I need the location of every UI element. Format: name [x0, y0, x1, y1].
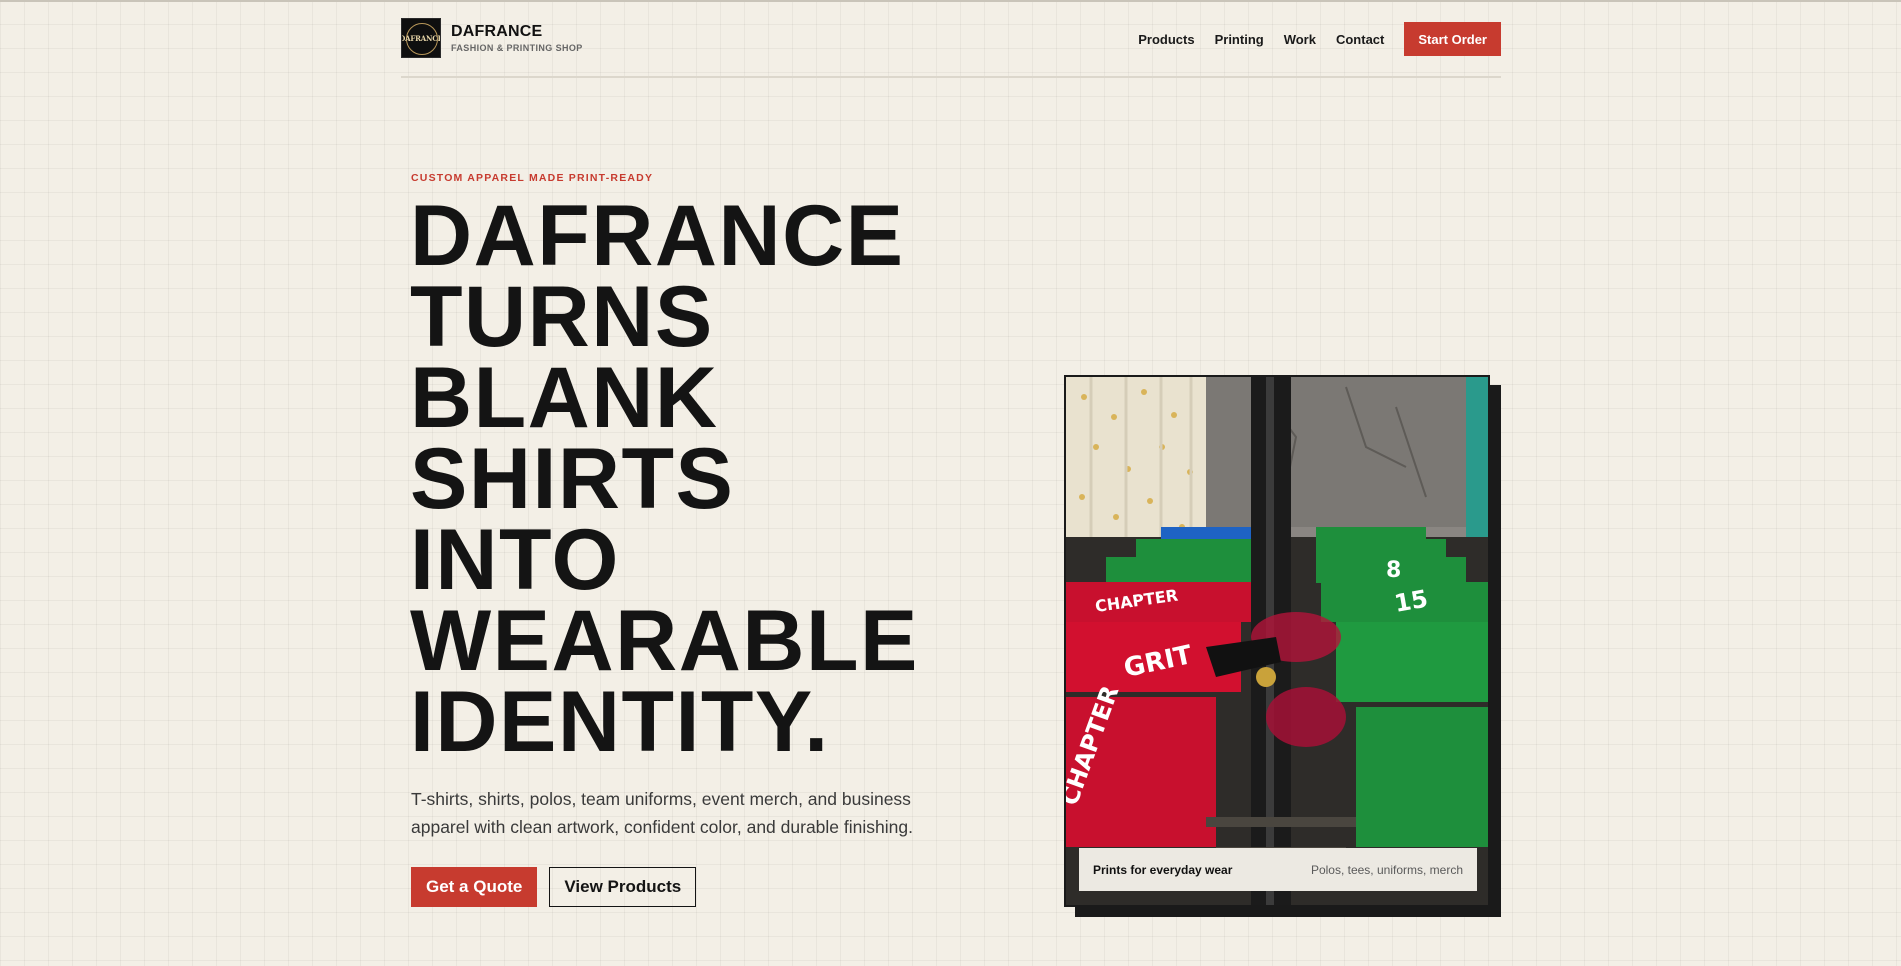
headline-line: WEARABLE [410, 593, 919, 689]
headline-line: DAFRANCE [410, 188, 905, 284]
hero-photo: CHAPTER GRIT CHAPTER 8 15 Prints for eve… [1064, 375, 1490, 907]
brand-name: DAFRANCE [451, 23, 543, 40]
headline-line: SHIRTS [410, 431, 735, 527]
brand-text: DAFRANCE FASHION & PRINTING SHOP [451, 23, 583, 53]
shirt-print-text: 8 [1386, 558, 1401, 583]
get-quote-button[interactable]: Get a Quote [411, 867, 538, 907]
hero-headline: DAFRANCE TURNS BLANK SHIRTS INTO WEARABL… [410, 188, 1010, 770]
start-order-button[interactable]: Start Order [1404, 22, 1501, 56]
headline-line: BLANK [410, 350, 719, 446]
headline-line: IDENTITY. [410, 674, 830, 770]
brand-logo: DAFRANCE [401, 18, 441, 58]
logo-text: DAFRANCE [401, 33, 441, 43]
hero-eyebrow: CUSTOM APPAREL MADE PRINT-READY [411, 172, 654, 184]
caption-title: Prints for everyday wear [1093, 862, 1233, 877]
photo-caption: Prints for everyday wear Polos, tees, un… [1079, 848, 1477, 891]
nav-products[interactable]: Products [1138, 32, 1194, 47]
brand[interactable]: DAFRANCE DAFRANCE FASHION & PRINTING SHO… [401, 18, 583, 58]
hero-cta-group: Get a Quote View Products [411, 867, 697, 907]
brand-tagline: FASHION & PRINTING SHOP [451, 43, 583, 53]
caption-subtitle: Polos, tees, uniforms, merch [1310, 862, 1463, 877]
hero-description: T-shirts, shirts, polos, team uniforms, … [411, 789, 913, 837]
headline-line: INTO [410, 512, 620, 608]
nav-work[interactable]: Work [1284, 32, 1316, 47]
main-nav: Products Printing Work Contact Start Ord… [1138, 22, 1501, 56]
nav-contact[interactable]: Contact [1336, 32, 1384, 47]
view-products-button[interactable]: View Products [549, 867, 697, 907]
print-shop-photo: CHAPTER GRIT CHAPTER 8 15 [1066, 377, 1488, 905]
nav-printing[interactable]: Printing [1215, 32, 1264, 47]
site-header: DAFRANCE DAFRANCE FASHION & PRINTING SHO… [401, 18, 1501, 78]
shirt-print-text: 15 [1392, 585, 1430, 618]
headline-line: TURNS [410, 269, 714, 365]
top-border [0, 0, 1901, 2]
